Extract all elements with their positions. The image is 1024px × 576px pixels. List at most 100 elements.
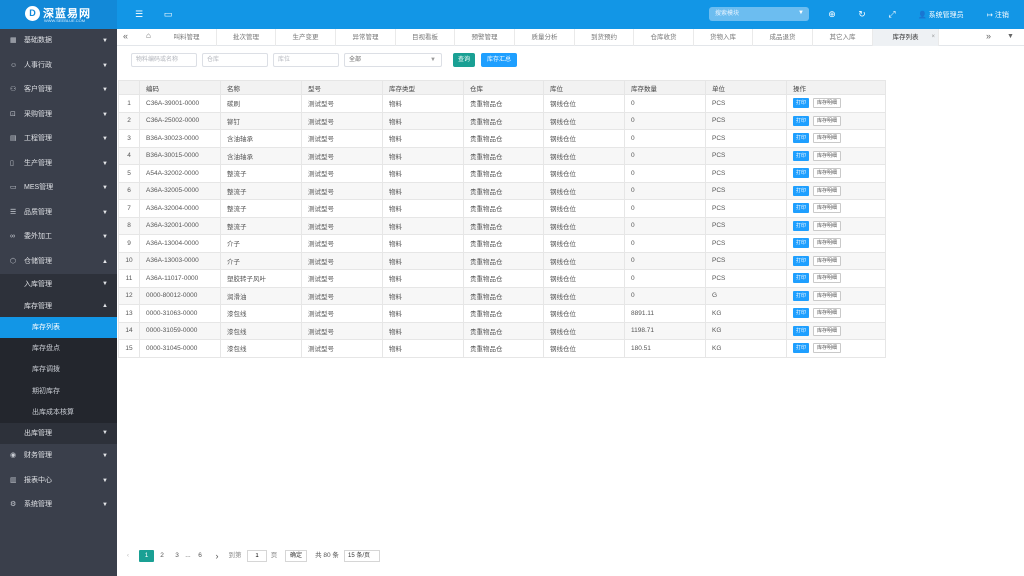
- print-button[interactable]: 打印: [793, 115, 810, 126]
- chevron-down-icon[interactable]: ▼: [1007, 33, 1014, 40]
- stock-type-select[interactable]: 全部 ▼: [344, 53, 442, 67]
- close-icon[interactable]: ×: [931, 29, 935, 46]
- stock-detail-button[interactable]: 库存明细: [813, 185, 842, 196]
- tab-product-return[interactable]: 成品退货: [753, 29, 813, 46]
- tab-arrival-booking[interactable]: 到货预约: [575, 29, 634, 46]
- module-search-input[interactable]: [715, 9, 795, 19]
- stock-detail-button[interactable]: 库存明细: [813, 133, 842, 144]
- stock-detail-button[interactable]: 库存明细: [813, 220, 842, 231]
- page-3-button[interactable]: 3: [172, 550, 182, 562]
- stock-detail-button[interactable]: 库存明细: [813, 255, 842, 266]
- print-button[interactable]: 打印: [793, 273, 810, 284]
- sidebar-item-outsourcing[interactable]: ∞ 委外加工 ▼: [0, 225, 117, 250]
- sidebar-item-outbound-cost[interactable]: 出库成本核算: [0, 402, 117, 423]
- fullscreen-icon[interactable]: ⤢: [887, 9, 897, 19]
- stock-detail-button[interactable]: 库存明细: [813, 98, 842, 109]
- sidebar-item-warehouse[interactable]: ⬡ 仓储管理 ▲: [0, 250, 117, 275]
- item-model: 测试型号: [301, 251, 383, 270]
- stock-detail-button[interactable]: 库存明细: [813, 325, 842, 336]
- sidebar-item-finance[interactable]: ◉ 财务管理 ▼: [0, 444, 117, 469]
- print-button[interactable]: 打印: [793, 220, 810, 231]
- print-button[interactable]: 打印: [793, 255, 810, 266]
- page-last-button[interactable]: 6: [195, 550, 205, 562]
- tab-quality-analysis[interactable]: 质量分析: [515, 29, 575, 46]
- menu-fold-icon[interactable]: ☰: [134, 9, 144, 19]
- sidebar-item-opening-stock[interactable]: 期初库存: [0, 381, 117, 402]
- stock-detail-button[interactable]: 库存明细: [813, 150, 842, 161]
- tab-visual-board[interactable]: 目视看板: [396, 29, 455, 46]
- current-user[interactable]: 👤 系统管理员: [918, 10, 964, 20]
- print-button[interactable]: 打印: [793, 185, 810, 196]
- row-index: 15: [118, 339, 140, 358]
- module-search[interactable]: ▼: [709, 7, 809, 21]
- location-input[interactable]: [273, 53, 339, 67]
- goto-confirm-button[interactable]: 确定: [285, 550, 307, 562]
- print-button[interactable]: 打印: [793, 150, 810, 161]
- query-button[interactable]: 查询: [453, 53, 475, 67]
- sidebar-item-mes[interactable]: ▭ MES管理 ▼: [0, 176, 117, 201]
- print-button[interactable]: 打印: [793, 168, 810, 179]
- stock-detail-button[interactable]: 库存明细: [813, 273, 842, 284]
- stock-detail-button[interactable]: 库存明细: [813, 308, 842, 319]
- print-button[interactable]: 打印: [793, 238, 810, 249]
- stock-detail-button[interactable]: 库存明细: [813, 343, 842, 354]
- warehouse-input[interactable]: [202, 53, 268, 67]
- logo[interactable]: D 深蓝易网 WWW.SEEBLUE.COM: [0, 0, 117, 29]
- page-size-select[interactable]: 15 条/页: [344, 550, 380, 562]
- tabs-scroll-right-icon[interactable]: »: [986, 31, 991, 41]
- table-row: 13 0000-31063-0000 漆包线 测试型号 物料 贵重物品仓 钢线仓位 8891.…: [118, 304, 886, 323]
- tab-exception[interactable]: 异常管理: [336, 29, 396, 46]
- sidebar-item-stock-list[interactable]: 库存列表: [0, 317, 117, 339]
- print-button[interactable]: 打印: [793, 203, 810, 214]
- page-1-button[interactable]: 1: [139, 550, 154, 562]
- tab-warning[interactable]: 预警管理: [455, 29, 515, 46]
- print-button[interactable]: 打印: [793, 325, 810, 336]
- sidebar-item-quality[interactable]: ☰ 品质管理 ▼: [0, 201, 117, 226]
- print-button[interactable]: 打印: [793, 98, 810, 109]
- print-button[interactable]: 打印: [793, 343, 810, 354]
- item-code: 0000-31063-0000: [139, 304, 221, 323]
- sidebar-item-stock-count[interactable]: 库存盘点: [0, 338, 117, 359]
- globe-icon[interactable]: ⊕: [827, 9, 837, 19]
- stock-detail-button[interactable]: 库存明细: [813, 238, 842, 249]
- tab-other-inbound[interactable]: 其它入库: [813, 29, 873, 46]
- warehouse: 贵重物品仓: [463, 199, 544, 218]
- prev-page-button[interactable]: ‹: [123, 550, 133, 562]
- home-icon[interactable]: ⌂: [146, 31, 151, 40]
- tab-warehouse-receipt[interactable]: 仓库收货: [634, 29, 694, 46]
- print-button[interactable]: 打印: [793, 290, 810, 301]
- window-icon[interactable]: ▭: [163, 9, 173, 19]
- page-2-button[interactable]: 2: [157, 550, 167, 562]
- goto-page-input[interactable]: [247, 550, 267, 562]
- sidebar-item-purchase[interactable]: ⊡ 采购管理 ▼: [0, 103, 117, 128]
- stock-summary-button[interactable]: 库存汇总: [481, 53, 517, 67]
- sidebar-item-inventory[interactable]: 库存管理 ▲: [0, 296, 117, 318]
- stock-detail-button[interactable]: 库存明细: [813, 115, 842, 126]
- sidebar-item-base-data[interactable]: ▦ 基础数据 ▼: [0, 29, 117, 54]
- sidebar-item-stock-transfer[interactable]: 库存调拨: [0, 359, 117, 380]
- tab-material-call[interactable]: 叫料管理: [157, 29, 217, 46]
- stock-detail-button[interactable]: 库存明细: [813, 168, 842, 179]
- print-button[interactable]: 打印: [793, 133, 810, 144]
- sidebar-item-outbound[interactable]: 出库管理 ▼: [0, 423, 117, 445]
- sidebar-item-system[interactable]: ⚙ 系统管理 ▼: [0, 493, 117, 518]
- logout-button[interactable]: ↦ 注销: [987, 10, 1009, 20]
- tabs-scroll-left-icon[interactable]: «: [123, 31, 128, 41]
- refresh-icon[interactable]: ↻: [857, 9, 867, 19]
- sidebar-item-production[interactable]: ▯ 生产管理 ▼: [0, 152, 117, 177]
- sidebar-item-hr[interactable]: ☺ 人事行政 ▼: [0, 54, 117, 79]
- box-icon: ⬡: [10, 257, 17, 265]
- material-code-input[interactable]: [131, 53, 197, 67]
- sidebar-item-customer[interactable]: ⚇ 客户管理 ▼: [0, 78, 117, 103]
- sidebar-item-inbound[interactable]: 入库管理 ▼: [0, 274, 117, 296]
- print-button[interactable]: 打印: [793, 308, 810, 319]
- sidebar-item-engineering[interactable]: ▤ 工程管理 ▼: [0, 127, 117, 152]
- tab-stock-list[interactable]: 库存列表 ×: [873, 29, 939, 46]
- tab-goods-inbound[interactable]: 货物入库: [694, 29, 753, 46]
- sidebar-item-reports[interactable]: ▥ 报表中心 ▼: [0, 469, 117, 494]
- stock-detail-button[interactable]: 库存明细: [813, 203, 842, 214]
- stock-detail-button[interactable]: 库存明细: [813, 290, 842, 301]
- tab-production-change[interactable]: 生产变更: [276, 29, 336, 46]
- next-page-button[interactable]: ›: [212, 550, 222, 562]
- tab-batch[interactable]: 批次管理: [217, 29, 276, 46]
